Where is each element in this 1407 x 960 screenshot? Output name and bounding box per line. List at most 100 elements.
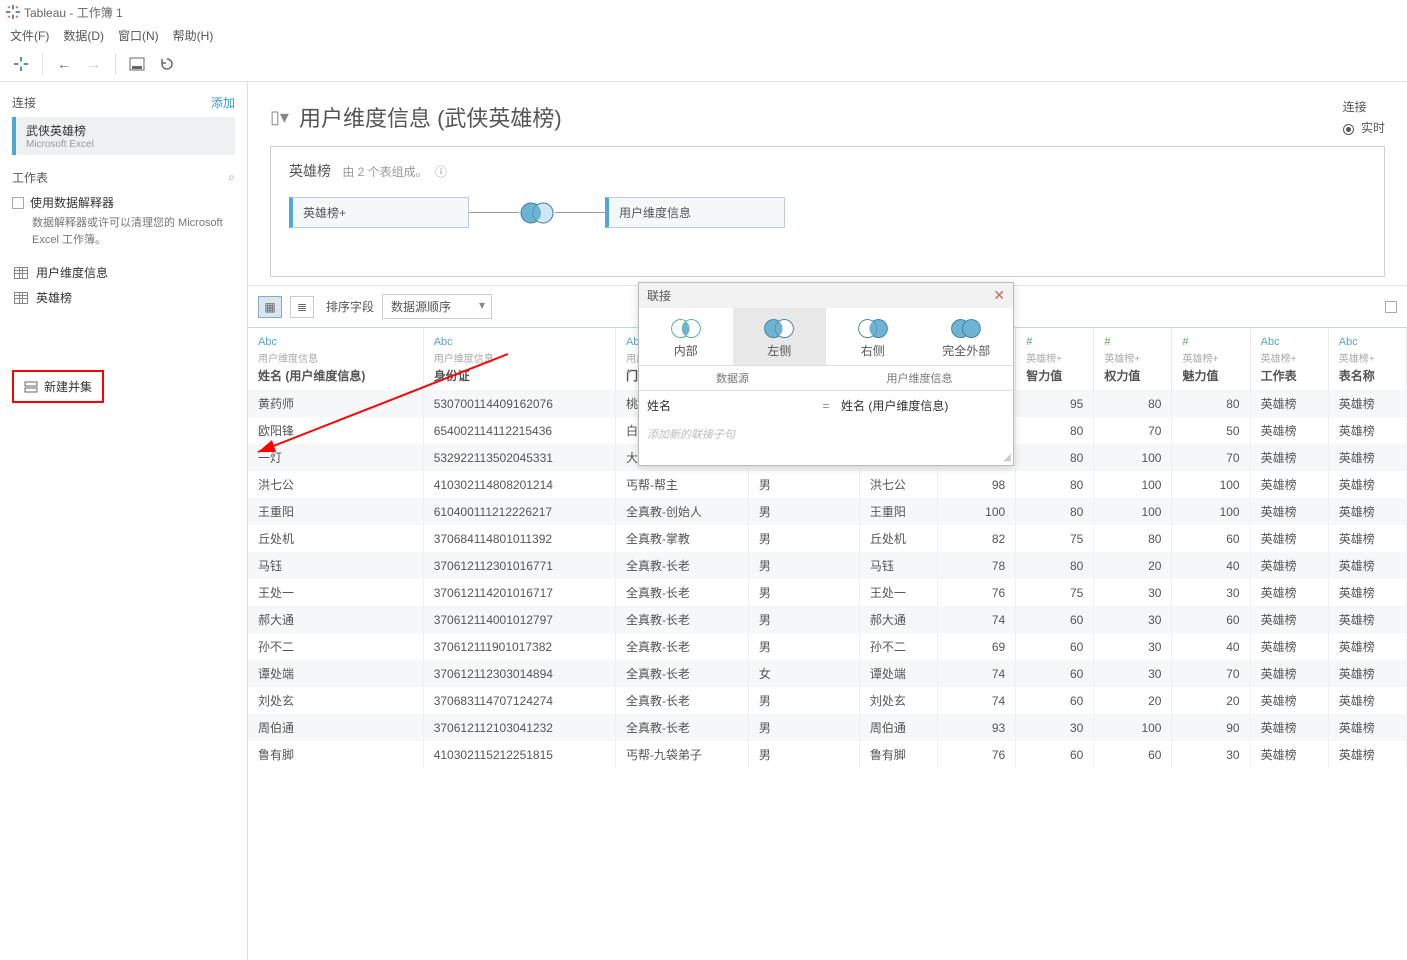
list-view-button[interactable]: ≣ bbox=[290, 296, 314, 318]
new-union-label: 新建并集 bbox=[44, 378, 92, 395]
grid-view-button[interactable]: ▦ bbox=[258, 296, 282, 318]
cell: 80 bbox=[1016, 498, 1094, 525]
toolbar: ← → bbox=[0, 46, 1407, 82]
cell: 75 bbox=[1016, 525, 1094, 552]
cell: 100 bbox=[1094, 444, 1172, 471]
table-row[interactable]: 马钰370612112301016771全真教-长老男马钰78802040英雄榜… bbox=[248, 552, 1407, 579]
cell: 30 bbox=[1172, 741, 1250, 768]
table-row[interactable]: 刘处玄370683114707124274全真教-长老男刘处玄74602020英… bbox=[248, 687, 1407, 714]
menu-file[interactable]: 文件(F) bbox=[10, 27, 49, 44]
table-row[interactable]: 王重阳610400111212226217全真教-创始人男王重阳10080100… bbox=[248, 498, 1407, 525]
join-type-left[interactable]: 左侧 bbox=[733, 308, 827, 365]
database-icon[interactable]: ▯▾ bbox=[270, 107, 289, 128]
cell: 谭处端 bbox=[859, 660, 937, 687]
cell: 英雄榜 bbox=[1328, 660, 1406, 687]
cell: 20 bbox=[1094, 687, 1172, 714]
cell: 刘处玄 bbox=[859, 687, 937, 714]
column-header[interactable]: #英雄榜+智力值 bbox=[1016, 328, 1094, 390]
sort-label: 排序字段 bbox=[326, 298, 374, 315]
venn-icon bbox=[668, 316, 704, 340]
cell: 全真教-长老 bbox=[615, 552, 748, 579]
cell: 男 bbox=[748, 714, 859, 741]
title-bar: Tableau - 工作簿 1 bbox=[0, 0, 1407, 24]
table-row[interactable]: 孙不二370612111901017382全真教-长老男孙不二69603040英… bbox=[248, 633, 1407, 660]
radio-live[interactable] bbox=[1343, 124, 1354, 135]
table-row[interactable]: 洪七公410302114808201214丐帮-帮主男洪七公9880100100… bbox=[248, 471, 1407, 498]
sheet-item[interactable]: 英雄榜 bbox=[12, 285, 235, 310]
checkbox-icon[interactable] bbox=[1385, 301, 1397, 313]
menu-help[interactable]: 帮助(H) bbox=[173, 27, 214, 44]
table-row[interactable]: 丘处机370684114801011392全真教-掌教男丘处机82758060英… bbox=[248, 525, 1407, 552]
cell: 马钰 bbox=[859, 552, 937, 579]
cell: 100 bbox=[938, 498, 1016, 525]
tableau-icon[interactable] bbox=[8, 51, 34, 77]
join-clause-op[interactable]: = bbox=[811, 399, 841, 413]
cell: 80 bbox=[1172, 390, 1250, 417]
column-header[interactable]: #英雄榜+魅力值 bbox=[1172, 328, 1250, 390]
cell: 370612114001012797 bbox=[423, 606, 615, 633]
column-header[interactable]: Abc英雄榜+工作表 bbox=[1250, 328, 1328, 390]
interpreter-checkbox-row[interactable]: 使用数据解释器 bbox=[12, 194, 235, 211]
cell: 全真教-长老 bbox=[615, 606, 748, 633]
cell: 30 bbox=[1094, 660, 1172, 687]
refresh-icon[interactable] bbox=[154, 51, 180, 77]
join-type-full[interactable]: 完全外部 bbox=[920, 308, 1014, 365]
resize-handle-icon[interactable]: ◢ bbox=[639, 452, 1013, 465]
cell: 100 bbox=[1172, 471, 1250, 498]
column-header[interactable]: Abc用户维度信息姓名 (用户维度信息) bbox=[248, 328, 423, 390]
save-icon[interactable] bbox=[124, 51, 150, 77]
window-title: Tableau - 工作簿 1 bbox=[24, 4, 123, 21]
menu-window[interactable]: 窗口(N) bbox=[118, 27, 159, 44]
connection-type: Microsoft Excel bbox=[26, 139, 225, 150]
checkbox-icon[interactable] bbox=[12, 197, 24, 209]
column-header[interactable]: Abc英雄榜+表名称 bbox=[1328, 328, 1406, 390]
datasource-title[interactable]: 用户维度信息 (武侠英雄榜) bbox=[299, 101, 562, 133]
cell: 100 bbox=[1172, 498, 1250, 525]
join-clause-left[interactable]: 姓名 bbox=[647, 397, 811, 414]
back-icon[interactable]: ← bbox=[51, 51, 77, 77]
column-header[interactable]: #英雄榜+权力值 bbox=[1094, 328, 1172, 390]
connection-item[interactable]: 武侠英雄榜 Microsoft Excel bbox=[12, 117, 235, 155]
cell: 70 bbox=[1094, 417, 1172, 444]
cell: 30 bbox=[1172, 579, 1250, 606]
column-header[interactable]: Abc用户维度信息身份证 bbox=[423, 328, 615, 390]
sheet-icon bbox=[14, 267, 28, 279]
sheet-item[interactable]: 用户维度信息 bbox=[12, 260, 235, 285]
cell: 全真教-长老 bbox=[615, 633, 748, 660]
close-icon[interactable]: ✕ bbox=[993, 287, 1005, 304]
info-icon[interactable]: ⓘ bbox=[435, 165, 447, 179]
join-canvas[interactable]: 英雄榜 由 2 个表组成。 ⓘ 英雄榜+ 用户维度信息 bbox=[270, 146, 1385, 277]
join-add-clause-hint[interactable]: 添加新的联接子句 bbox=[639, 420, 1013, 452]
join-venn-icon[interactable] bbox=[517, 198, 557, 228]
cell: 英雄榜 bbox=[1328, 606, 1406, 633]
table-row[interactable]: 郝大通370612114001012797全真教-长老男郝大通74603060英… bbox=[248, 606, 1407, 633]
forward-icon[interactable]: → bbox=[81, 51, 107, 77]
cell: 74 bbox=[938, 606, 1016, 633]
table-row[interactable]: 鲁有脚410302115212251815丐帮-九袋弟子男鲁有脚76606030… bbox=[248, 741, 1407, 768]
add-connection-link[interactable]: 添加 bbox=[211, 94, 235, 111]
join-table-left[interactable]: 英雄榜+ bbox=[289, 197, 469, 228]
new-union-button[interactable]: 新建并集 bbox=[12, 370, 104, 403]
menu-data[interactable]: 数据(D) bbox=[63, 27, 104, 44]
cell: 80 bbox=[1016, 417, 1094, 444]
table-row[interactable]: 周伯通370612112103041232全真教-长老男周伯通933010090… bbox=[248, 714, 1407, 741]
join-type-right[interactable]: 右侧 bbox=[826, 308, 920, 365]
venn-icon bbox=[948, 316, 984, 340]
cell: 370612112303014894 bbox=[423, 660, 615, 687]
cell: 30 bbox=[1016, 714, 1094, 741]
join-table-right[interactable]: 用户维度信息 bbox=[605, 197, 785, 228]
join-canvas-subtitle: 由 2 个表组成。 bbox=[342, 165, 427, 179]
cell: 英雄榜 bbox=[1250, 687, 1328, 714]
join-clause-right[interactable]: 姓名 (用户维度信息) bbox=[841, 397, 1005, 414]
join-type-inner[interactable]: 内部 bbox=[639, 308, 733, 365]
search-icon[interactable]: ⌕ bbox=[228, 170, 235, 185]
table-row[interactable]: 谭处端370612112303014894全真教-长老女谭处端74603070英… bbox=[248, 660, 1407, 687]
cell: 60 bbox=[1016, 660, 1094, 687]
cell: 女 bbox=[748, 660, 859, 687]
live-label: 实时 bbox=[1361, 121, 1385, 135]
sort-dropdown[interactable]: 数据源顺序 bbox=[382, 294, 492, 319]
cell: 80 bbox=[1016, 471, 1094, 498]
join-clause-row[interactable]: 姓名 = 姓名 (用户维度信息) bbox=[639, 391, 1013, 420]
canvas: ▯▾ 用户维度信息 (武侠英雄榜) 连接 实时 英雄榜 由 2 个表组成。 ⓘ … bbox=[248, 82, 1407, 960]
table-row[interactable]: 王处一370612114201016717全真教-长老男王处一76753030英… bbox=[248, 579, 1407, 606]
